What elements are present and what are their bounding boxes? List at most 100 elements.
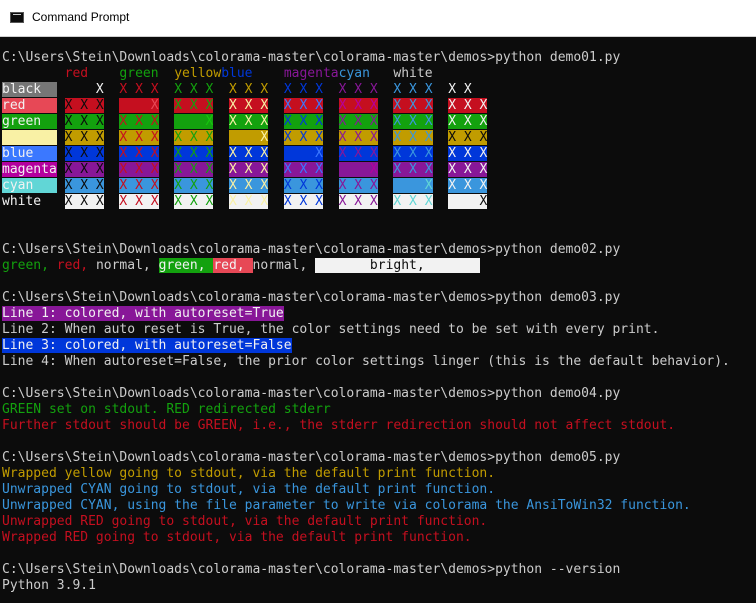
text-segment: X X X [119, 178, 159, 193]
text-segment: X X X [229, 98, 269, 113]
text-segment: X X X [119, 194, 159, 209]
text-segment [159, 114, 175, 129]
text-segment: red [2, 98, 57, 113]
terminal-line: Line 4: When autoreset=False, the prior … [2, 354, 730, 370]
text-segment: X X X [283, 130, 323, 145]
text-segment: X X X [448, 162, 488, 177]
text-segment [159, 130, 175, 145]
terminal-line: Unwrapped RED going to stdout, via the d… [2, 514, 730, 530]
text-segment: X X X [174, 162, 214, 177]
text-segment: X X X [229, 146, 269, 161]
text-segment [268, 146, 284, 161]
text-segment: X X X [338, 130, 378, 145]
text-segment: X X X [393, 82, 433, 97]
text-segment [159, 66, 175, 81]
text-segment [433, 194, 449, 209]
text-segment: C:\Users\Stein\Downloads\colorama-master… [2, 562, 621, 577]
terminal-line: Wrapped yellow going to stdout, via the … [2, 466, 730, 482]
text-segment [433, 162, 449, 177]
text-segment: X X X [64, 98, 104, 113]
text-segment [378, 98, 394, 113]
text-segment: X X X [64, 114, 104, 129]
text-segment: X X X [448, 178, 488, 193]
text-segment: red, [56, 258, 96, 273]
text-segment [213, 130, 229, 145]
text-segment: X X X [338, 146, 378, 161]
terminal-icon [10, 12, 24, 23]
text-segment: blue [2, 146, 57, 161]
text-segment [378, 162, 394, 177]
text-segment: X X X [119, 146, 159, 161]
text-segment: Unwrapped RED going to stdout, via the d… [2, 514, 488, 529]
text-segment: magenta [283, 66, 339, 81]
text-segment: cyan [2, 178, 57, 193]
text-segment [159, 146, 175, 161]
terminal-line: C:\Users\Stein\Downloads\colorama-master… [2, 50, 730, 66]
text-segment [88, 66, 119, 81]
text-segment: X X X [174, 98, 214, 113]
text-segment: Line 1: colored, with autoreset=True [2, 306, 284, 321]
terminal-line: white X X X X X X X X X X X X X X X X X … [2, 194, 730, 210]
text-segment [213, 98, 229, 113]
text-segment: X X X [393, 146, 433, 161]
text-segment: X X X [119, 82, 159, 97]
text-segment: X X X [283, 178, 323, 193]
text-segment: X X X [338, 82, 378, 97]
text-segment [213, 82, 229, 97]
text-segment [104, 178, 120, 193]
text-segment: X X X [229, 82, 269, 97]
text-segment [104, 162, 120, 177]
terminal-line: Unwrapped CYAN going to stdout, via the … [2, 482, 730, 498]
terminal-line: cyan X X X X X X X X X X X X X X X X X X… [2, 178, 730, 194]
terminal-line: GREEN set on stdout. RED redirected stde… [2, 402, 730, 418]
text-segment: X X X [393, 162, 433, 177]
text-segment [323, 114, 339, 129]
text-segment: X [393, 178, 433, 193]
text-segment: Line 2: When auto reset is True, the col… [2, 322, 660, 337]
text-segment [433, 114, 449, 129]
text-segment: Line 3: colored, with autoreset=False [2, 338, 292, 353]
text-segment: X X X [283, 114, 323, 129]
command-prompt-window: Command Prompt C:\Users\Stein\Downloads\… [0, 0, 756, 603]
text-segment [268, 98, 284, 113]
text-segment [104, 130, 120, 145]
text-segment: Line 4: When autoreset=False, the prior … [2, 354, 730, 369]
text-segment: X X X [174, 146, 214, 161]
text-segment: X X X [229, 178, 269, 193]
text-segment: X X X [64, 194, 104, 209]
title-bar[interactable]: Command Prompt [0, 0, 756, 37]
text-segment: X [229, 130, 269, 145]
text-segment [213, 194, 229, 209]
text-segment: X X X [229, 114, 269, 129]
text-segment [57, 114, 65, 129]
text-segment [323, 146, 339, 161]
text-segment [378, 130, 394, 145]
text-segment: C:\Users\Stein\Downloads\colorama-master… [2, 290, 621, 305]
text-segment [268, 162, 284, 177]
text-segment [378, 146, 394, 161]
terminal-line: C:\Users\Stein\Downloads\colorama-master… [2, 242, 730, 258]
text-segment [57, 130, 65, 145]
text-segment: X X X [448, 114, 488, 129]
text-segment: C:\Users\Stein\Downloads\colorama-master… [2, 450, 621, 465]
terminal-line: blue X X X X X X X X X X X X X X X X X X… [2, 146, 730, 162]
text-segment [433, 82, 449, 97]
text-segment: white [393, 66, 433, 81]
text-segment [57, 146, 65, 161]
text-segment [433, 146, 449, 161]
text-segment [104, 114, 120, 129]
text-segment: red [64, 66, 89, 81]
text-segment: X X X [174, 82, 214, 97]
text-segment [57, 178, 65, 193]
text-segment [57, 162, 65, 177]
text-segment: cyan [338, 66, 370, 81]
text-segment [2, 66, 65, 81]
text-segment: C:\Users\Stein\Downloads\colorama-master… [2, 386, 621, 401]
text-segment: X X X [119, 130, 159, 145]
text-segment: X X X [229, 162, 269, 177]
terminal-output[interactable]: C:\Users\Stein\Downloads\colorama-master… [2, 50, 730, 594]
text-segment [253, 66, 284, 81]
text-segment [378, 178, 394, 193]
